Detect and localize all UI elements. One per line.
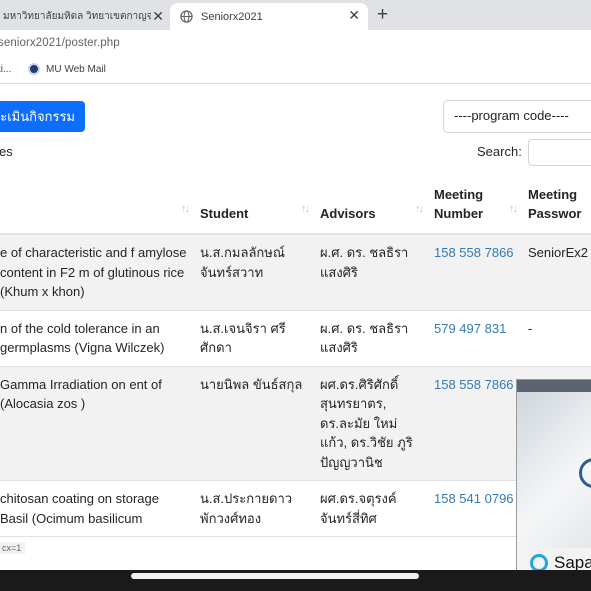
- column-label: Student: [200, 206, 249, 221]
- tab-title: มหาวิทยาลัยมหิดล วิทยาเขตกาญจนบุรี: [3, 11, 151, 22]
- sort-icon[interactable]: ↑↓: [181, 200, 190, 219]
- close-tab-icon[interactable]: ✕: [152, 9, 164, 23]
- cell-student: น.ส.เจนจิรา ศรีศักดา: [194, 310, 314, 367]
- table-row: Gamma Irradiation on ent of (Alocasia zo…: [0, 366, 591, 481]
- bookmark-item[interactable]: ti...: [0, 64, 11, 75]
- column-header-advisors[interactable]: Advisors ↑↓: [314, 177, 428, 235]
- address-bar[interactable]: seniorx2021/poster.php: [0, 30, 591, 58]
- cell-meeting-password: -: [522, 310, 591, 367]
- program-code-select[interactable]: ----program code----: [443, 100, 591, 133]
- column-label: Meeting: [528, 187, 578, 202]
- table-row: e of characteristic and f amylose conten…: [0, 234, 591, 311]
- video-header: [517, 380, 591, 392]
- cell-title: e of characteristic and f amylose conten…: [0, 234, 194, 311]
- search-label: Search:: [477, 144, 522, 159]
- tab-title: Seniorx2021: [201, 10, 263, 23]
- bookmark-mu-web-mail[interactable]: MU Web Mail: [28, 63, 106, 75]
- globe-icon: [180, 10, 193, 23]
- column-label: Advisors: [320, 206, 376, 221]
- search-input[interactable]: [528, 139, 591, 166]
- mu-logo-icon: [28, 63, 40, 75]
- column-header-meeting-number[interactable]: Meeting Number ↑↓: [428, 177, 522, 235]
- cell-title: chitosan coating on storage Basil (Ocimu…: [0, 480, 194, 537]
- evaluate-activity-button[interactable]: ระเมินกิจกรรม: [0, 101, 85, 132]
- table-row: chitosan coating on storage Basil (Ocimu…: [0, 480, 591, 537]
- cell-student: น.ส.ประกายดาว พักวงศ์ทอง: [194, 480, 314, 537]
- column-label: Meeting: [434, 187, 484, 202]
- table-header-row: ↑↓ Student ↑↓ Advisors ↑↓ Meeting Number…: [0, 177, 591, 235]
- meeting-number-link[interactable]: 579 497 831: [428, 310, 522, 367]
- sort-icon[interactable]: ↑↓: [301, 200, 310, 219]
- cell-advisors: ผ.ศ. ดร. ชลธิรา แสงศิริ: [314, 310, 428, 367]
- sort-icon[interactable]: ↑↓: [509, 200, 518, 219]
- poster-table: ↑↓ Student ↑↓ Advisors ↑↓ Meeting Number…: [0, 177, 591, 537]
- cell-advisors: ผศ.ดร.ศิริศักดิ์ สุนทรยาตร, ดร.ละมัย ใหม…: [314, 366, 428, 481]
- entries-label: es: [0, 144, 13, 159]
- column-header-meeting-password[interactable]: Meeting Passwor: [522, 177, 591, 235]
- tab-seniorx2021[interactable]: Seniorx2021 ✕: [170, 3, 368, 30]
- meeting-number-link[interactable]: 158 558 7866: [428, 234, 522, 311]
- column-label: Passwor: [528, 206, 582, 221]
- tab-mahidol[interactable]: มหาวิทยาลัยมหิดล วิทยาเขตกาญจนบุรี ✕: [0, 3, 170, 30]
- meeting-number-link[interactable]: 158 558 7866: [428, 366, 522, 481]
- page-content: ระเมินกิจกรรม ----program code---- es Se…: [0, 85, 591, 570]
- status-tooltip: cx=1: [0, 542, 26, 554]
- column-label: Number: [434, 206, 484, 221]
- cell-title: Gamma Irradiation on ent of (Alocasia zo…: [0, 366, 194, 481]
- url-text[interactable]: seniorx2021/poster.php: [0, 37, 120, 49]
- bookmark-label: MU Web Mail: [46, 63, 106, 75]
- cell-meeting-password: SeniorEx2: [522, 234, 591, 311]
- new-tab-button[interactable]: +: [377, 4, 388, 26]
- cell-title: n of the cold tolerance in an germplasms…: [0, 310, 194, 367]
- column-header-title[interactable]: ↑↓: [0, 177, 194, 235]
- screen: มหาวิทยาลัยมหิดล วิทยาเขตกาญจนบุรี ✕ Sen…: [0, 0, 591, 591]
- home-indicator[interactable]: [131, 573, 419, 579]
- close-tab-icon[interactable]: ✕: [348, 8, 360, 22]
- table-row: n of the cold tolerance in an germplasms…: [0, 310, 591, 367]
- column-header-student[interactable]: Student ↑↓: [194, 177, 314, 235]
- sort-icon[interactable]: ↑↓: [415, 200, 424, 219]
- meeting-number-link[interactable]: 158 541 0796: [428, 480, 522, 537]
- video-call-window[interactable]: Sapa: [516, 379, 591, 577]
- browser-tab-strip: มหาวิทยาลัยมหิดล วิทยาเขตกาญจนบุรี ✕ Sen…: [0, 0, 591, 30]
- bookmarks-bar: ti... MU Web Mail: [0, 58, 591, 84]
- cell-advisors: ผศ.ดร.จตุรงค์ จันทร์สี่ทิศ: [314, 480, 428, 537]
- cell-student: นายนิพล ขันธ์สกุล: [194, 366, 314, 481]
- cell-advisors: ผ.ศ. ดร. ชลธิรา แสงศิริ: [314, 234, 428, 311]
- cell-student: น.ส.กมลลักษณ์ จันทร์สวาท: [194, 234, 314, 311]
- device-bottom-bar: [0, 570, 591, 591]
